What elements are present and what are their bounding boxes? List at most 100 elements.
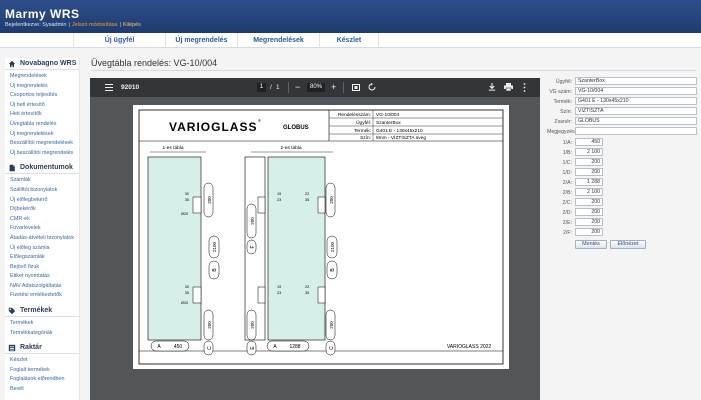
field-label: 1/D: xyxy=(562,170,572,176)
print-icon[interactable] xyxy=(504,83,513,91)
dim-2a-field[interactable]: 1 288 xyxy=(575,178,603,186)
client-field[interactable]: SzanterBox xyxy=(575,77,697,85)
sidebar-item-cmr[interactable]: CMR-ek xyxy=(5,215,79,225)
sidebar-item-supplier-orders[interactable]: Beszállítói megrendelések xyxy=(5,139,79,149)
dim-label: 35 xyxy=(305,198,309,202)
panel-letter-c: C xyxy=(207,346,213,350)
note-field[interactable] xyxy=(575,127,697,135)
hinge-field[interactable]: GLOBUS xyxy=(575,117,697,125)
app-logo[interactable]: Marmy WRS xyxy=(5,7,80,21)
info-label: Rendelésszám: xyxy=(338,112,371,118)
dim-label: 200 xyxy=(207,321,212,329)
sidebar-item-new-supplier-order[interactable]: Új beszállítói megrendelés xyxy=(5,149,79,159)
rotate-icon[interactable] xyxy=(368,83,376,91)
sidebar-item-orders[interactable]: Megrendelések xyxy=(5,72,79,82)
more-icon[interactable] xyxy=(523,83,526,92)
form-row-client: Ügyfél: SzanterBox xyxy=(547,77,697,86)
dim-2f-field[interactable]: 200 xyxy=(575,228,603,236)
sidebar-item-intake[interactable]: Bevét xyxy=(5,385,79,395)
sidebar-item-payment-reminders[interactable]: Fizetési emlékeztetők xyxy=(5,291,79,301)
sidebar-item-new-weekly[interactable]: Új heti értesítő xyxy=(5,101,79,111)
sidebar-group-warehouse: Raktár Készlet Foglalt termékek Foglalás… xyxy=(5,342,79,394)
form-row-color: Szín: VÍZTISZTA xyxy=(547,107,697,116)
sidebar-item-stock[interactable]: Készlet xyxy=(5,356,79,366)
panel2-title: 2-es tábla xyxy=(280,145,301,151)
zoom-out-button[interactable]: − xyxy=(295,78,300,97)
form-row-hinge: Zsanér: GLOBUS xyxy=(547,117,697,126)
field-label: Szín: xyxy=(560,109,572,115)
nav-orders[interactable]: Megrendelések xyxy=(237,33,319,48)
form-row-note: Megjegyzés: xyxy=(547,127,697,136)
fit-page-icon[interactable] xyxy=(352,84,360,91)
sidebar-item-fee-requests[interactable]: Díjbekérők xyxy=(5,205,79,215)
sidebar-item-invoices[interactable]: Számlák xyxy=(5,176,79,186)
sidebar-group-products: Termékek Termékek Termékkategóriák xyxy=(5,305,79,338)
zoom-level[interactable]: 80% xyxy=(307,83,325,92)
sidebar-item-incoming-payments[interactable]: Bejövő fizuk xyxy=(5,263,79,273)
color-field[interactable]: VÍZTISZTA xyxy=(575,107,697,115)
panel1-title: 1-es tábla xyxy=(162,145,183,151)
toolbar-divider xyxy=(288,82,289,93)
sidebar-item-weekly[interactable]: Heti értesítők xyxy=(5,110,79,120)
sidebar-item-group-fulfill[interactable]: Csoportos teljesítés xyxy=(5,91,79,101)
pdf-page: VARIOGLASS ® GLOBUS Rendelésszám: VG-10/… xyxy=(133,105,509,369)
divider xyxy=(91,70,696,71)
sidebar-item-label-print[interactable]: Etiket nyomtatás xyxy=(5,272,79,282)
sidebar-item-delivery-notes[interactable]: Szállítói bizonylatok xyxy=(5,186,79,196)
dim-2b-field[interactable]: 2 100 xyxy=(575,188,603,196)
separator: | xyxy=(68,22,70,28)
dim-1a-field[interactable]: 450 xyxy=(575,138,603,146)
sidebar-item-product-categories[interactable]: Termékkategóriák xyxy=(5,329,79,339)
sidebar-item-handover[interactable]: Átadás-átvételi bizonylatok xyxy=(5,234,79,244)
dim-1d-field[interactable]: 200 xyxy=(575,168,603,176)
dim-label: 200 xyxy=(329,321,334,329)
dim-2d-field[interactable]: 200 xyxy=(575,208,603,216)
sidebar-item-waybills[interactable]: Fuvarlevelek xyxy=(5,224,79,234)
toolbar-divider xyxy=(343,82,344,93)
top-navigation: Új ügyfél Új megrendelés Megrendelések K… xyxy=(0,33,701,48)
vg-number-field[interactable]: VG-10/004 xyxy=(575,87,697,95)
menu-icon[interactable] xyxy=(105,84,113,91)
pdf-page-input[interactable]: 1 xyxy=(257,83,266,92)
sidebar-item-glass-order[interactable]: Üvegtábla rendelés xyxy=(5,120,79,130)
sidebar-group-title[interactable]: Dokumentumok xyxy=(5,162,79,175)
dim-1c-field[interactable]: 200 xyxy=(575,158,603,166)
sidebar-item-new-advance-request[interactable]: Új előlegbekérő xyxy=(5,196,79,206)
nav-new-order[interactable]: Új megrendelés xyxy=(165,33,237,48)
product-field[interactable]: G401 E - 130x45x210 xyxy=(575,97,697,105)
sidebar-item-products[interactable]: Termékek xyxy=(5,319,79,329)
sidebar-item-reservations[interactable]: Foglalások előrendben xyxy=(5,375,79,385)
info-label: Szín: xyxy=(360,135,371,141)
dim-label: 35 xyxy=(185,291,189,295)
sidebar-item-reserved[interactable]: Foglalt termékek xyxy=(5,366,79,376)
sidebar-item-new-advance-invoice[interactable]: Új előleg számla xyxy=(5,244,79,254)
sidebar: Novabagno WRS Megrendelések Új megrendel… xyxy=(5,58,80,400)
sidebar-group-title[interactable]: Raktár xyxy=(5,342,79,355)
sidebar-item-advance-invoices[interactable]: Előlegszámlák xyxy=(5,253,79,263)
glass-panel-drawing: VARIOGLASS ® GLOBUS Rendelésszám: VG-10/… xyxy=(138,109,504,365)
field-label: 2/C: xyxy=(562,200,572,206)
user-info: Bejelentkezve: Sysadmin | Jelszó módosítás… xyxy=(5,22,141,28)
preview-button[interactable]: Előnézet xyxy=(610,240,646,249)
app-header: Marmy WRS Bejelentkezve: Sysadmin | Jelszó… xyxy=(0,0,701,33)
download-icon[interactable] xyxy=(488,83,496,91)
sidebar-item-new-orders[interactable]: Új megrendelések xyxy=(5,130,79,140)
save-button[interactable]: Mentés xyxy=(575,240,607,249)
sidebar-group-title[interactable]: Novabagno WRS xyxy=(5,58,79,70)
dim-label: 200 xyxy=(207,196,212,204)
sidebar-group-title[interactable]: Termékek xyxy=(5,305,79,318)
logout-link[interactable]: Kilépés xyxy=(123,22,141,28)
info-label: Ügyfél: xyxy=(356,119,371,126)
dim-label: 2100 xyxy=(212,241,217,252)
sidebar-item-new-order[interactable]: Új megrendelés xyxy=(5,82,79,92)
dim-1b-field[interactable]: 2 100 xyxy=(575,148,603,156)
zoom-in-button[interactable]: + xyxy=(331,78,336,97)
dim-2c-field[interactable]: 200 xyxy=(575,198,603,206)
nav-new-client[interactable]: Új ügyfél xyxy=(73,33,165,48)
dim-label: 200 xyxy=(250,321,255,329)
dim-2e-field[interactable]: 200 xyxy=(575,218,603,226)
change-password-link[interactable]: Jelszó módosítása xyxy=(72,22,118,28)
sidebar-item-nav-data[interactable]: NAV Adatszolgáltatás xyxy=(5,282,79,292)
pdf-viewer: 92010 1 / 1 − 80% + VARIOGLASS ® GLOBUS … xyxy=(90,78,540,400)
nav-stock[interactable]: Készlet xyxy=(319,33,379,48)
